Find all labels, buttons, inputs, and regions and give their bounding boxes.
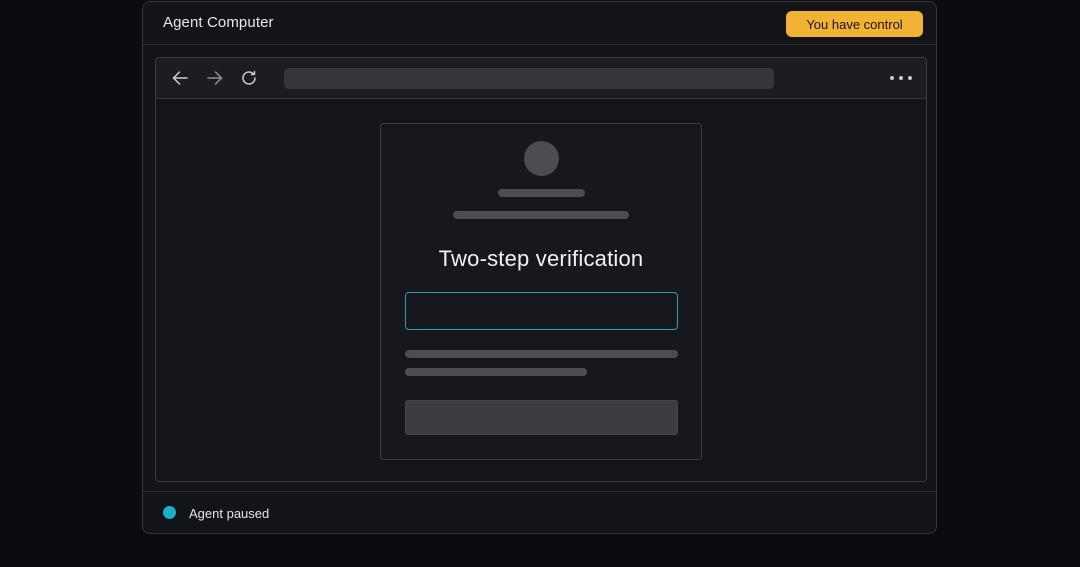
browser-toolbar: [156, 58, 926, 99]
more-horizontal-icon[interactable]: [888, 70, 914, 86]
back-arrow-icon[interactable]: [171, 69, 189, 87]
window-titlebar: Agent Computer You have control: [143, 2, 936, 45]
placeholder-line: [405, 350, 678, 358]
status-bar: Agent paused: [143, 491, 936, 533]
control-status-button[interactable]: You have control: [786, 11, 923, 37]
browser-frame: Two-step verification: [155, 57, 927, 482]
browser-viewport: Two-step verification: [156, 99, 926, 481]
page-title: Two-step verification: [438, 246, 644, 271]
verification-code-input[interactable]: [405, 292, 678, 330]
status-text: Agent paused: [189, 506, 270, 521]
placeholder-line: [498, 189, 585, 197]
placeholder-line: [405, 368, 587, 376]
forward-arrow-icon[interactable]: [206, 69, 224, 87]
submit-button[interactable]: [405, 400, 678, 435]
placeholder-line: [453, 211, 629, 219]
window-title: Agent Computer: [163, 14, 274, 31]
reload-icon[interactable]: [240, 69, 258, 87]
address-bar[interactable]: [284, 68, 774, 89]
verification-card: Two-step verification: [380, 123, 702, 460]
status-indicator-dot: [163, 506, 176, 519]
avatar: [524, 141, 559, 176]
agent-computer-window: Agent Computer You have control Two-step…: [142, 1, 937, 534]
